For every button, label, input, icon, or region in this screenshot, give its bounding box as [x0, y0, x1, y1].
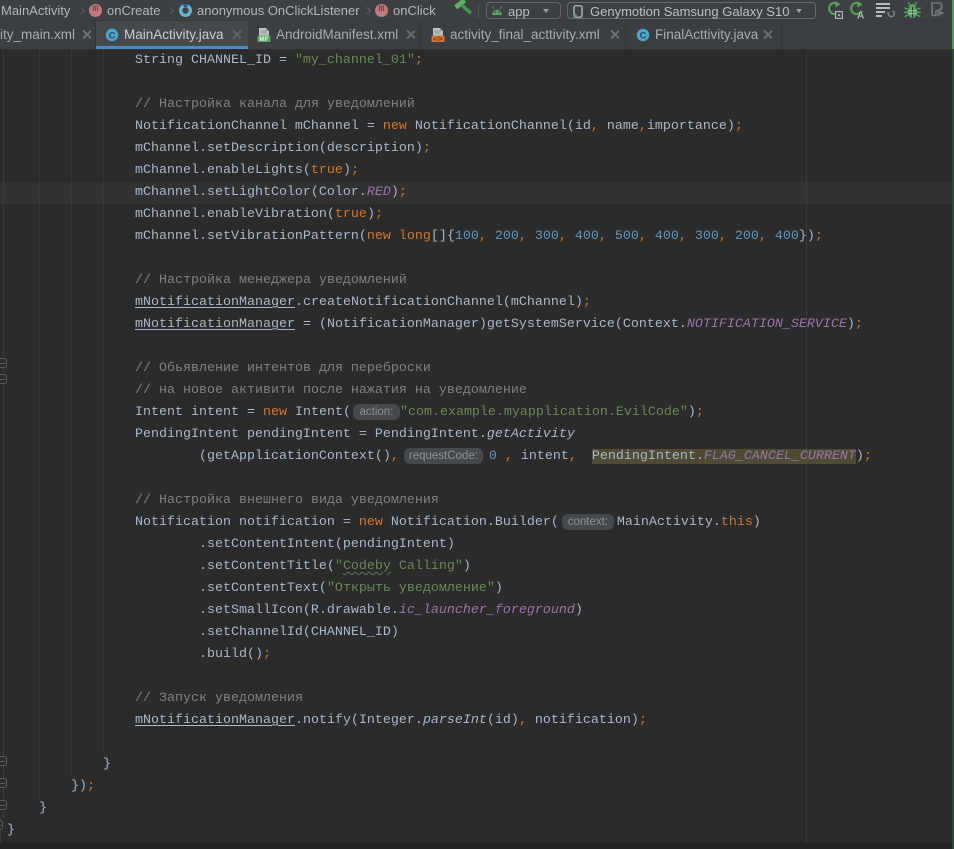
svg-text:C: C [640, 31, 647, 42]
svg-text:MF: MF [259, 36, 268, 42]
svg-text:A: A [857, 11, 864, 20]
svg-text:C: C [109, 31, 116, 42]
svg-text:</>: </> [433, 36, 443, 42]
